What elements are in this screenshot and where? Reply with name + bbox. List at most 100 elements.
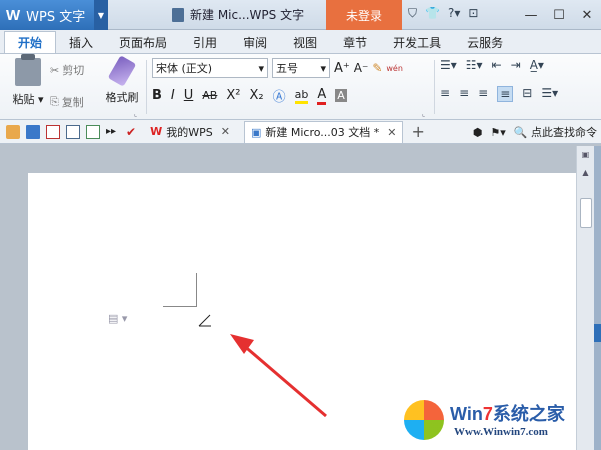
search-command[interactable]: 🔍 点此查找命令 [514, 124, 597, 140]
chevron-down-icon[interactable]: ▼ [94, 0, 108, 30]
tab-developer[interactable]: 开发工具 [380, 31, 454, 53]
text-direction-icon[interactable]: A̲▾ [530, 58, 544, 72]
scroll-up-icon[interactable]: ▲ [578, 168, 594, 182]
save-icon[interactable] [26, 124, 40, 139]
document-icon [172, 7, 184, 22]
format-painter-button[interactable]: 格式刷 [102, 55, 142, 105]
quickbar-right: ⬢ ⚑▾ 🔍 点此查找命令 [473, 124, 597, 140]
grow-font-button[interactable]: A⁺ [334, 61, 350, 76]
paste-button[interactable]: 粘贴 ▾ [8, 54, 48, 107]
tab-references[interactable]: 引用 [180, 31, 230, 53]
doc-mode-icon[interactable]: ⬢ [473, 126, 483, 139]
chevron-down-icon: ▾ [258, 61, 264, 75]
paragraph-row: ☰▾ ☷▾ ⇤ ⇥ A̲▾ [440, 58, 544, 72]
align-left-icon[interactable]: ≡ [440, 86, 450, 102]
app-name: WPS 文字 [26, 9, 86, 25]
strikethrough-button[interactable]: AB [202, 89, 217, 102]
bold-button[interactable]: B [152, 88, 162, 103]
text-effect-icon[interactable]: Ⓐ [273, 86, 286, 105]
quick-access-bar: ▸▸ ✔ W 我的WPS ✕ ▣ 新建 Micro...03 文档 * ✕ + … [0, 120, 601, 144]
shrink-font-button[interactable]: A⁻ [354, 61, 369, 75]
restore-icon[interactable]: ⊡ [468, 6, 478, 21]
paste-options-icon[interactable]: ▤ ▾ [108, 312, 127, 325]
minimize-icon[interactable]: — [517, 0, 545, 30]
align-center-icon[interactable]: ≡ [459, 86, 469, 102]
more-icon[interactable]: ▸▸ [106, 126, 116, 137]
export-pdf-icon[interactable] [46, 124, 60, 139]
dialog-launcher-icon[interactable]: ⌞ [134, 110, 137, 118]
help-icon[interactable]: ?▾ [448, 6, 460, 21]
text-cursor-icon [198, 314, 211, 327]
maximize-icon[interactable]: ☐ [545, 0, 573, 30]
cut-button[interactable]: ✂ 剪切 [50, 58, 84, 82]
new-tab-button[interactable]: + [411, 122, 424, 141]
phonetic-guide-button[interactable]: wén [386, 64, 403, 73]
login-button[interactable]: 未登录 [326, 0, 402, 30]
cut-label: 剪切 [62, 64, 85, 77]
wps-logo-icon: W [150, 125, 163, 138]
copy-label: 复制 [61, 96, 84, 109]
dialog-launcher-icon[interactable]: ⌞ [422, 110, 425, 118]
justify-icon[interactable]: ≡ [497, 86, 514, 102]
tab-view[interactable]: 视图 [280, 31, 330, 53]
copy-icon: ⎘ [50, 95, 59, 108]
menu-bar: 开始 插入 页面布局 引用 审阅 视图 章节 开发工具 云服务 [0, 30, 601, 54]
font-size-select[interactable]: 五号 ▾ [272, 58, 330, 78]
char-shading-icon[interactable]: A [335, 89, 347, 102]
underline-button[interactable]: U [184, 88, 194, 103]
numbered-list-icon[interactable]: ☷▾ [466, 58, 483, 72]
format-painter-label: 格式刷 [105, 91, 139, 104]
open-folder-icon[interactable] [6, 124, 20, 139]
bullet-list-icon[interactable]: ☰▾ [440, 58, 457, 72]
print-icon[interactable] [66, 124, 80, 139]
customize-icon[interactable]: ✔ [126, 125, 136, 139]
wps-logo-icon: W [6, 6, 21, 24]
tab-cloud[interactable]: 云服务 [454, 31, 516, 53]
decrease-indent-icon[interactable]: ⇤ [492, 58, 502, 72]
superscript-button[interactable]: X² [226, 88, 240, 103]
subscript-button[interactable]: X₂ [249, 88, 263, 103]
window-controls: — ☐ ✕ [517, 0, 601, 30]
chevron-down-icon: ▾ [320, 61, 326, 75]
windows-logo-icon [404, 400, 444, 440]
shirt-icon[interactable]: 👕 [425, 6, 440, 21]
tab-home[interactable]: 开始 [4, 31, 57, 53]
divider [434, 60, 435, 114]
scroll-thumb[interactable] [579, 198, 592, 228]
copy-button[interactable]: ⎘ 复制 [50, 90, 84, 114]
close-icon[interactable]: ✕ [573, 0, 601, 30]
tab-review[interactable]: 审阅 [230, 31, 280, 53]
distributed-icon[interactable]: ⊟ [522, 86, 532, 102]
side-panel-toggle[interactable] [594, 324, 601, 342]
highlight-button[interactable]: ab [294, 88, 309, 104]
close-icon[interactable]: ✕ [387, 126, 396, 139]
font-name-select[interactable]: 宋体 (正文) ▾ [152, 58, 268, 78]
brush-icon [107, 55, 137, 87]
close-icon[interactable]: ✕ [221, 125, 230, 138]
document-title: 新建 Mic...WPS 文字 [172, 6, 304, 23]
italic-button[interactable]: I [171, 88, 175, 103]
watermark: Win7系统之家 Www.Winwin7.com [404, 396, 594, 448]
line-spacing-icon[interactable]: ☰▾ [541, 86, 558, 102]
tab-insert[interactable]: 插入 [56, 31, 106, 53]
shield-icon[interactable]: ⛉ [408, 6, 417, 21]
doc-tab-my-wps[interactable]: W 我的WPS ✕ [144, 121, 236, 143]
cut-copy-group: ✂ 剪切 ⎘ 复制 [50, 58, 84, 114]
clear-format-icon[interactable]: ✎ [372, 61, 382, 75]
app-menu-button[interactable]: W WPS 文字 ▼ [0, 0, 108, 30]
document-title-text: 新建 Mic...WPS 文字 [190, 8, 305, 22]
increase-indent-icon[interactable]: ⇥ [511, 58, 521, 72]
tab-sections[interactable]: 章节 [330, 31, 380, 53]
flag-icon[interactable]: ⚑▾ [490, 126, 505, 139]
align-right-icon[interactable]: ≡ [478, 86, 488, 102]
font-color-button[interactable]: A [317, 87, 327, 105]
document-icon: ▣ [250, 125, 262, 139]
title-bar: W WPS 文字 ▼ 新建 Mic...WPS 文字 未登录 ⛉ 👕 ?▾ ⊡ … [0, 0, 601, 30]
side-panel-strip [594, 146, 601, 450]
print-preview-icon[interactable] [86, 124, 100, 139]
titlebar-icons: ⛉ 👕 ?▾ ⊡ [408, 6, 478, 21]
doc-tab-new-document[interactable]: ▣ 新建 Micro...03 文档 * ✕ [243, 120, 404, 143]
tab-page-layout[interactable]: 页面布局 [106, 31, 180, 53]
font-row: 宋体 (正文) ▾ 五号 ▾ A⁺ A⁻ ✎ wén [152, 58, 403, 78]
scroll-top-icon[interactable]: ▣ [578, 150, 594, 164]
